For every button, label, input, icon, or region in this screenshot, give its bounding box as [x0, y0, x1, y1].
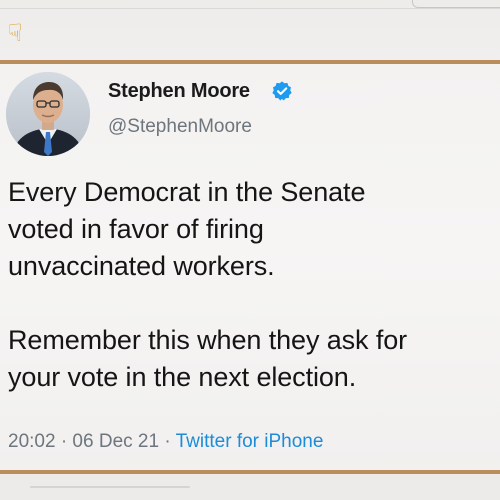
previous-tweet-edge: ☟ — [0, 0, 500, 62]
verified-badge-icon — [272, 81, 292, 101]
tweet-text-line: unvaccinated workers. — [8, 251, 275, 281]
profile-photo-icon — [6, 72, 90, 156]
tweet-text-line: Remember this when they ask for — [8, 325, 408, 355]
avatar[interactable] — [6, 72, 90, 156]
display-name[interactable]: Stephen Moore — [108, 80, 250, 103]
tweet-text-line: voted in favor of firing — [8, 214, 264, 244]
divider — [0, 8, 500, 9]
pointing-hand-emoji-icon: ☟ — [8, 19, 23, 47]
tweet-text: Every Democrat in the Senate voted in fa… — [8, 174, 498, 396]
tweet-source-link[interactable]: Twitter for iPhone — [176, 431, 324, 452]
tweet-meta: 20:02 · 06 Dec 21 · Twitter for iPhone — [8, 431, 323, 453]
tweet-card[interactable]: Stephen Moore @StephenMoore Every Democr… — [0, 64, 500, 470]
meta-separator: · — [164, 431, 171, 452]
tweet-text-line: your vote in the next election. — [8, 362, 357, 392]
previous-tweet-corner — [412, 0, 500, 8]
user-handle[interactable]: @StephenMoore — [108, 116, 252, 138]
divider — [30, 486, 190, 488]
tweet-timestamp[interactable]: 20:02 · 06 Dec 21 — [8, 431, 159, 452]
tweet-text-line: Every Democrat in the Senate — [8, 177, 366, 207]
